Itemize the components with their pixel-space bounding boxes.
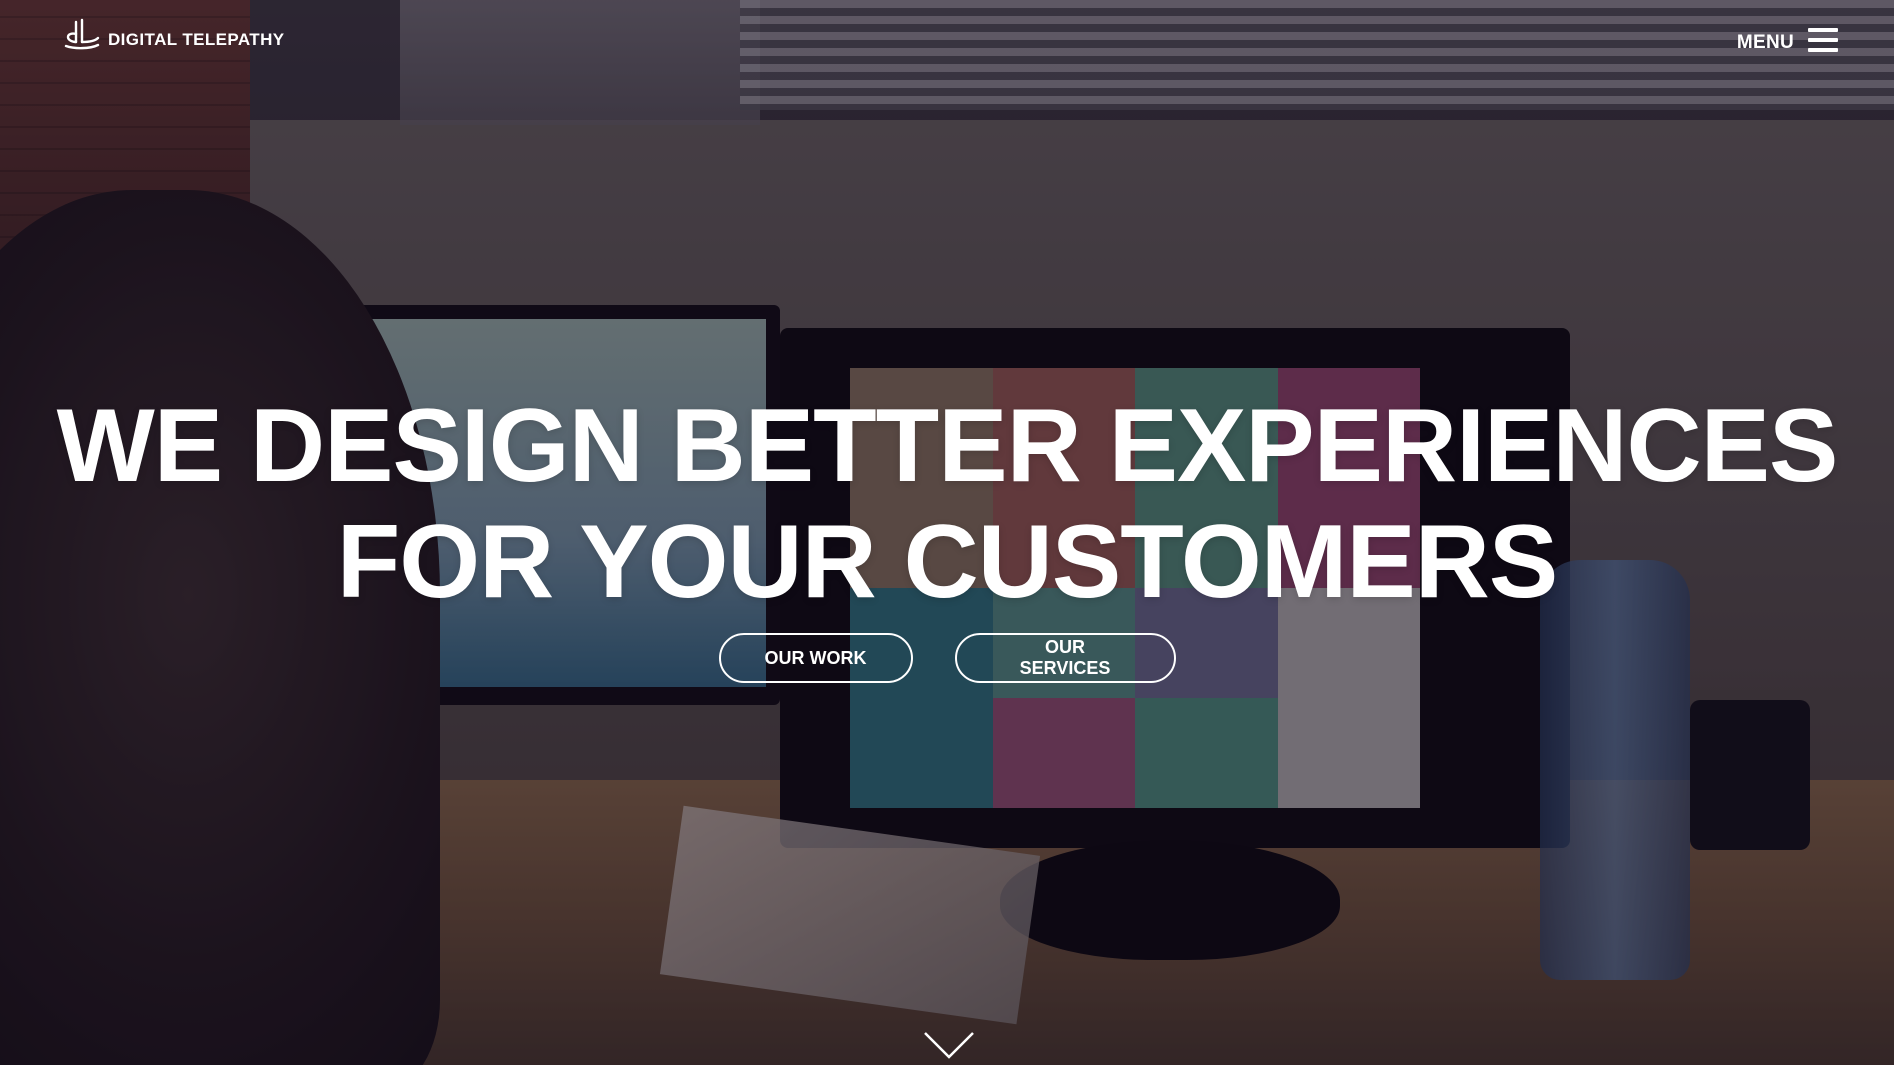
cta-group: OUR WORK OUR SERVICES (0, 633, 1894, 683)
digital-telepathy-logo-icon (64, 18, 100, 50)
hamburger-icon (1808, 28, 1838, 52)
hamburger-bar (1808, 28, 1838, 32)
menu-label: MENU (1736, 32, 1794, 53)
chevron-down-icon[interactable] (923, 1030, 975, 1060)
logo-text: DIGITAL TELEPATHY (108, 30, 285, 49)
logo-link[interactable]: DIGITAL TELEPATHY (62, 18, 285, 54)
hamburger-bar (1808, 38, 1838, 42)
hero-headline: WE DESIGN BETTER EXPERIENCES FOR YOUR CU… (0, 388, 1894, 620)
hero-section: DIGITAL TELEPATHY MENU WE DESIGN BETTER … (0, 0, 1894, 1065)
menu-button[interactable]: MENU (1737, 26, 1838, 54)
site-header: DIGITAL TELEPATHY MENU (0, 0, 1894, 90)
hero-headline-line-2: FOR YOUR CUSTOMERS (336, 504, 1559, 620)
hamburger-bar (1808, 48, 1838, 52)
hero-headline-line-1: WE DESIGN BETTER EXPERIENCES (56, 388, 1839, 504)
our-services-button[interactable]: OUR SERVICES (954, 633, 1176, 683)
our-work-button[interactable]: OUR WORK (718, 633, 913, 683)
